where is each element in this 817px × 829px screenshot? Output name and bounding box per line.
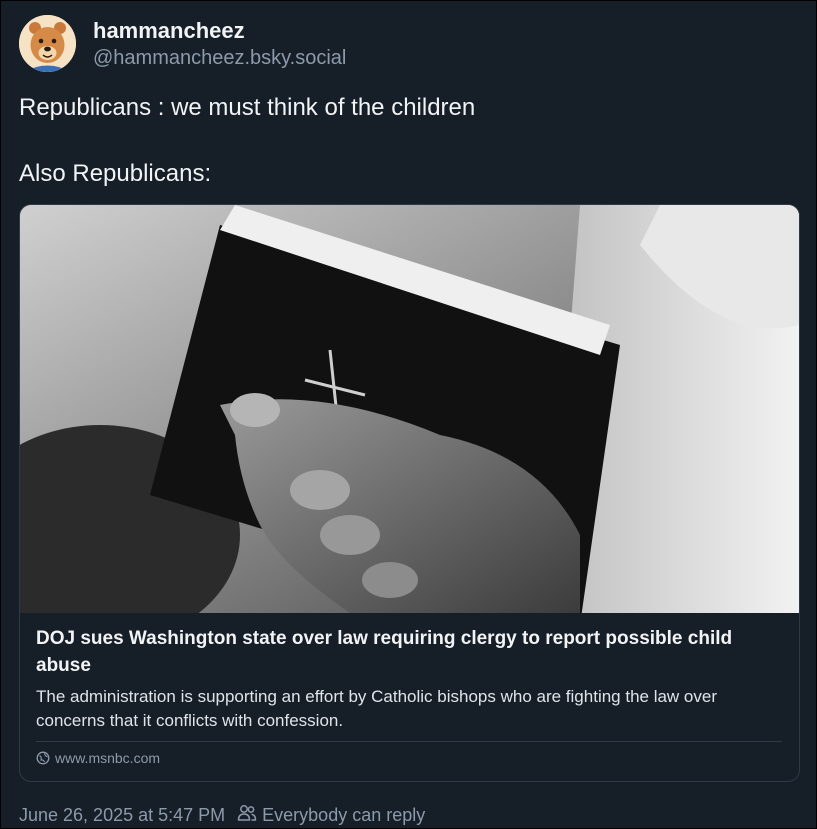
link-preview-domain-text: www.msnbc.com — [55, 750, 161, 766]
avatar[interactable] — [19, 15, 76, 72]
author-handle[interactable]: @hammancheez.bsky.social — [93, 47, 346, 70]
globe-icon — [36, 751, 50, 765]
reply-settings-label: Everybody can reply — [262, 805, 426, 825]
hand-holding-bible-photo — [20, 205, 799, 613]
link-preview-image[interactable] — [20, 205, 799, 613]
bear-avatar-icon — [19, 15, 76, 72]
reply-settings[interactable]: Everybody can reply — [237, 804, 425, 827]
post-timestamp[interactable]: June 26, 2025 at 5:47 PM — [19, 805, 225, 826]
link-preview-title[interactable]: DOJ sues Washington state over law requi… — [36, 625, 784, 679]
link-preview-description: The administration is supporting an effo… — [36, 687, 718, 730]
author-display-name[interactable]: hammancheez — [93, 18, 245, 44]
people-icon — [237, 804, 257, 827]
link-preview-body: DOJ sues Washington state over law requi… — [36, 625, 784, 733]
link-preview-domain[interactable]: www.msnbc.com — [36, 750, 160, 766]
post-text-line: Republicans : we must think of the child… — [19, 94, 476, 121]
link-preview-divider — [36, 741, 782, 742]
link-preview-card[interactable]: DOJ sues Washington state over law requi… — [19, 204, 800, 782]
post-text: Republicans : we must think of the child… — [19, 91, 799, 190]
post: hammancheez @hammancheez.bsky.social Rep… — [0, 0, 817, 829]
post-text-line: Also Republicans: — [19, 160, 212, 187]
post-footer: June 26, 2025 at 5:47 PM Everybody can r… — [19, 804, 425, 827]
